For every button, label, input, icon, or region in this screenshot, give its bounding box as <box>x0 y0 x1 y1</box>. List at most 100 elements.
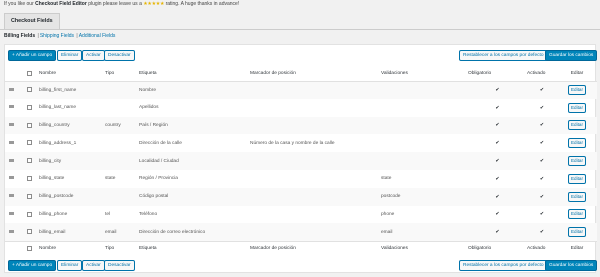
field-placeholder <box>250 206 381 224</box>
drag-handle-icon[interactable] <box>9 105 14 109</box>
table-row: billing_postcode Código postal postcode ✔ ✔ E… <box>5 187 597 206</box>
star-rating-icon[interactable]: ★★★★★ <box>143 1 164 7</box>
fields-table: Nombre Tipo Etiqueta Marcador de posició… <box>5 67 597 256</box>
field-placeholder <box>250 188 381 206</box>
enabled-cell: ✔ <box>527 81 557 99</box>
enabled-check-icon: ✔ <box>539 175 545 182</box>
edit-field-button[interactable]: Editar <box>567 209 586 220</box>
drag-handle-icon[interactable] <box>9 229 14 233</box>
select-all-footer-cell <box>19 240 39 256</box>
drag-handle-cell[interactable] <box>5 188 19 206</box>
save-changes-button[interactable]: Guardar los cambios <box>545 50 598 61</box>
row-checkbox[interactable] <box>26 158 32 164</box>
row-checkbox[interactable] <box>26 104 32 110</box>
edit-field-button[interactable]: Editar <box>567 156 586 167</box>
field-validations: email <box>381 229 393 235</box>
field-placeholder <box>250 81 381 99</box>
enabled-cell: ✔ <box>527 170 557 188</box>
enable-button[interactable]: Activar <box>82 50 105 61</box>
drag-handle-cell[interactable] <box>5 152 19 170</box>
tab-checkout-fields[interactable]: Checkout Fields <box>4 13 60 29</box>
edit-field-button[interactable]: Editar <box>567 173 586 184</box>
reset-defaults-button[interactable]: Restablecer a los campos por defecto <box>459 50 548 61</box>
disable-button[interactable]: Desactivar <box>104 50 135 61</box>
field-placeholder: Número de la casa y nombre de la calle <box>250 140 335 146</box>
drag-handle-icon[interactable] <box>9 194 14 198</box>
subnav-shipping-fields[interactable]: Shipping Fields <box>40 33 74 39</box>
column-header-edit: Editar <box>557 67 597 82</box>
drag-handle-icon[interactable] <box>9 176 14 180</box>
disable-button-bottom[interactable]: Desactivar <box>104 260 135 271</box>
field-name: billing_last_name <box>39 105 77 111</box>
column-footer-edit: Editar <box>557 240 597 256</box>
row-checkbox[interactable] <box>26 229 32 235</box>
row-select-cell <box>19 117 39 135</box>
row-checkbox[interactable] <box>26 122 32 128</box>
field-validations <box>381 99 468 117</box>
edit-field-button[interactable]: Editar <box>567 227 586 238</box>
subnav-billing-fields[interactable]: Billing Fields <box>4 33 35 39</box>
enabled-cell: ✔ <box>527 188 557 206</box>
row-select-cell <box>19 99 39 117</box>
field-placeholder <box>250 152 381 170</box>
column-header-validations: Validaciones <box>381 67 468 82</box>
drag-handle-cell[interactable] <box>5 170 19 188</box>
field-name: billing_country <box>39 122 70 128</box>
required-check-icon: ✔ <box>495 122 500 129</box>
field-label: Teléfono <box>139 211 158 217</box>
select-all-footer-checkbox[interactable] <box>26 245 32 251</box>
reset-defaults-button-bottom[interactable]: Restablecer a los campos por defecto <box>459 260 548 271</box>
drag-handle-icon[interactable] <box>9 87 14 91</box>
field-name: billing_phone <box>39 211 68 217</box>
row-checkbox[interactable] <box>26 211 32 217</box>
column-header-type: Tipo <box>105 67 139 82</box>
drag-handle-cell[interactable] <box>5 99 19 117</box>
edit-field-button[interactable]: Editar <box>567 138 586 149</box>
edit-field-button[interactable]: Editar <box>567 85 586 96</box>
drag-handle-icon[interactable] <box>9 158 14 162</box>
edit-field-button[interactable]: Editar <box>567 120 586 131</box>
delete-button[interactable]: Eliminar <box>57 50 83 61</box>
drag-handle-cell[interactable] <box>5 223 19 241</box>
field-type: country <box>105 122 121 128</box>
subnav-additional-fields[interactable]: Additional Fields <box>79 33 116 39</box>
drag-handle-icon[interactable] <box>9 122 14 126</box>
row-select-cell <box>19 170 39 188</box>
enable-button-bottom[interactable]: Activar <box>82 260 105 271</box>
column-header-label: Etiqueta <box>139 67 250 82</box>
field-name: billing_first_name <box>39 87 77 93</box>
row-checkbox[interactable] <box>26 176 32 181</box>
edit-cell: Editar <box>557 117 597 135</box>
drag-handle-cell[interactable] <box>5 117 19 135</box>
edit-field-button[interactable]: Editar <box>567 191 586 202</box>
rating-notice: If you like our Checkout Field Editor pl… <box>4 1 239 7</box>
field-name: billing_postcode <box>39 194 74 200</box>
column-header-placeholder: Marcador de posición <box>250 67 381 82</box>
fields-panel: + Añadir un campo Eliminar Activar Desac… <box>4 44 598 273</box>
enabled-check-icon: ✔ <box>539 158 545 165</box>
required-cell: ✔ <box>468 170 527 188</box>
edit-field-button[interactable]: Editar <box>567 102 586 113</box>
row-checkbox[interactable] <box>26 87 32 93</box>
field-validations: postcode <box>381 194 401 200</box>
field-validations <box>381 134 468 152</box>
field-section-nav: Billing Fields |Shipping Fields |Additio… <box>4 33 115 39</box>
field-name: billing_address_1 <box>39 140 77 146</box>
save-changes-button-bottom[interactable]: Guardar los cambios <box>545 260 598 271</box>
field-placeholder <box>250 99 381 117</box>
drag-handle-icon[interactable] <box>9 211 14 215</box>
column-footer-enabled: Activado <box>527 240 557 256</box>
drag-handle-icon[interactable] <box>9 140 14 144</box>
add-field-button-bottom[interactable]: + Añadir un campo <box>8 260 57 271</box>
add-field-button[interactable]: + Añadir un campo <box>8 50 57 61</box>
field-type <box>105 81 139 99</box>
drag-handle-cell[interactable] <box>5 81 19 99</box>
row-checkbox[interactable] <box>26 140 32 146</box>
required-check-icon: ✔ <box>495 87 500 94</box>
row-checkbox[interactable] <box>26 193 32 199</box>
field-validations <box>381 117 468 135</box>
drag-handle-cell[interactable] <box>5 134 19 152</box>
delete-button-bottom[interactable]: Eliminar <box>57 260 83 271</box>
drag-handle-cell[interactable] <box>5 206 19 224</box>
select-all-checkbox[interactable] <box>26 70 32 76</box>
